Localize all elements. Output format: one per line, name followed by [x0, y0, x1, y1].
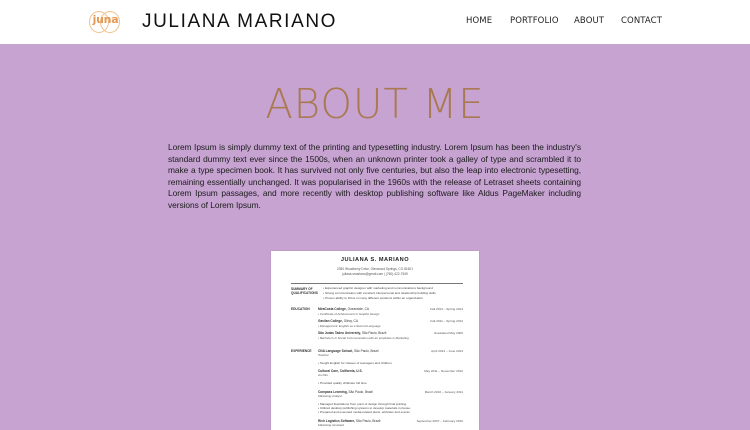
resume-education-date: Fall 2013 – Spring 2014: [430, 307, 463, 311]
resume-experience-role: Teacher: [318, 353, 329, 357]
about-paragraph: Lorem Ipsum is simply dummy text of the …: [168, 142, 581, 210]
resume-experience-detail: • Taught English for classes of teenager…: [318, 361, 393, 365]
logo[interactable]: juna: [89, 11, 120, 33]
resume-summary-item: • Proven ability to thrive in many diffe…: [323, 296, 423, 300]
resume-experience-detail: • Prepared and executed media-related pl…: [318, 410, 411, 414]
nav-home[interactable]: HOME: [466, 16, 492, 30]
resume-education-date: Graduated May 2006: [433, 331, 463, 335]
resume-experience-date: May 2011 – November 2012: [424, 369, 463, 373]
nav-portfolio[interactable]: PORTFOLIO: [510, 16, 559, 30]
resume-experience-date: March 2010 – January 2011: [424, 390, 463, 394]
resume-experience-date: April 2013 – June 2013: [431, 349, 463, 353]
resume-education-org: Gavilan College, Gilroy, CA: [318, 319, 358, 323]
nav-about[interactable]: ABOUT: [574, 16, 604, 30]
resume-experience-role: Au Pair: [318, 373, 328, 377]
resume-experience-role: Marketing Analyst: [318, 394, 342, 398]
resume-section-education: EDUCATION: [291, 307, 310, 311]
page-title: ABOUT ME: [265, 80, 485, 128]
resume-experience-detail: • Provided quality childcare full time: [318, 381, 367, 385]
resume-education-org: São Judas Tadeu University, São Paulo, B…: [318, 331, 387, 335]
resume-section-summary: SUMMARY OF QUALIFICATIONS: [291, 287, 318, 295]
resume-education-detail: • Management; English as a Second Langua…: [318, 324, 381, 328]
resume-divider: [291, 283, 463, 284]
resume-education-org: MiraCosta College, Oceanside, CA: [318, 307, 370, 311]
resume-experience-role: Marketing Assistant: [318, 423, 345, 427]
resume-section-experience: EXPERIENCE: [291, 349, 312, 353]
logo-text: juna: [92, 13, 119, 26]
resume-experience-date: September 2007 – February 2010: [416, 419, 463, 423]
resume-image[interactable]: JULIANA S. MARIANO 2350 Woodberry Drive,…: [271, 251, 479, 430]
resume-summary-item: • Strong communication with excellent in…: [323, 291, 436, 295]
resume-summary-item: • Experienced graphic designer with mark…: [323, 286, 433, 290]
site-title[interactable]: JULIANA MARIANO: [142, 11, 337, 33]
resume-address: 2350 Woodberry Drive, Glenwood Springs, …: [337, 267, 413, 271]
site-header: juna JULIANA MARIANO HOME PORTFOLIO ABOU…: [0, 0, 750, 44]
resume-education-date: Fall 2011 – Spring 2012: [430, 319, 463, 323]
resume-name: JULIANA S. MARIANO: [340, 257, 410, 263]
nav-contact[interactable]: CONTACT: [621, 16, 662, 30]
resume-contact: juliana.smariano@gmail.com | (760)-422-7…: [342, 272, 408, 276]
resume-education-detail: • Bachelor's in Social Communication wit…: [318, 336, 409, 340]
resume-education-detail: • Certificate of Achievement in Graphic …: [318, 312, 380, 316]
